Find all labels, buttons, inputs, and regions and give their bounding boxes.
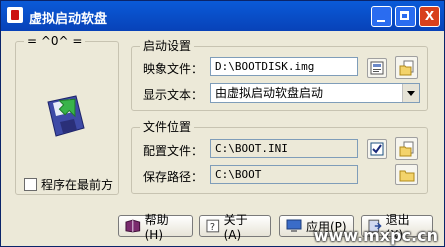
app-icon — [7, 7, 23, 23]
close-button[interactable]: X — [419, 6, 440, 27]
open-file-icon — [399, 141, 413, 156]
config-browse-button[interactable] — [395, 137, 418, 160]
save-path-input[interactable]: C:\BOOT — [210, 165, 358, 184]
open-file-icon — [399, 60, 413, 75]
config-enable-button[interactable] — [367, 139, 387, 159]
window-title: 虚拟启动软盘 — [29, 12, 108, 27]
image-file-label: 映象文件： — [143, 62, 204, 76]
checkmark-icon — [370, 142, 384, 156]
floppy-disk-icon — [47, 95, 85, 137]
display-text-label: 显示文本： — [143, 88, 204, 102]
title-bar[interactable]: 虚拟启动软盘 X — [1, 1, 444, 31]
help-book-icon — [125, 219, 141, 233]
left-group: = ^0^ = 程序在最前方 — [15, 34, 119, 195]
save-path-label: 保存路径： — [143, 170, 204, 184]
image-info-button[interactable] — [367, 58, 387, 78]
boot-settings-title: 启动设置 — [140, 39, 195, 53]
site-watermark: www.mxpc.cn — [313, 226, 438, 245]
help-button[interactable]: 帮助(H) — [118, 213, 193, 242]
save-path-browse-button[interactable] — [395, 164, 418, 185]
left-group-title: = ^0^ = — [24, 34, 86, 48]
always-on-top-option[interactable]: 程序在最前方 — [24, 176, 113, 193]
about-button[interactable]: ? 关于(A) — [199, 213, 271, 242]
image-file-input[interactable]: D:\BOOTDISK.img — [210, 57, 358, 76]
chevron-down-icon[interactable] — [402, 84, 419, 102]
apply-monitor-icon — [286, 219, 302, 232]
display-text-combo[interactable]: 由虚拟启动软盘启动 — [210, 83, 420, 103]
image-browse-button[interactable] — [395, 56, 418, 79]
info-icon — [370, 61, 384, 75]
file-location-title: 文件位置 — [140, 120, 195, 134]
folder-icon — [399, 170, 414, 181]
question-icon: ? — [206, 219, 220, 233]
always-on-top-checkbox[interactable] — [24, 178, 37, 191]
minimize-button[interactable] — [371, 6, 392, 27]
svg-text:?: ? — [210, 222, 215, 233]
always-on-top-label: 程序在最前方 — [41, 178, 114, 192]
maximize-button[interactable] — [395, 6, 416, 27]
config-file-label: 配置文件： — [143, 144, 204, 158]
display-text-value: 由虚拟启动软盘启动 — [215, 86, 324, 100]
config-file-input[interactable]: C:\BOOT.INI — [210, 139, 358, 158]
about-button-label: 关于(A) — [223, 212, 248, 242]
help-button-label: 帮助(H) — [144, 212, 169, 242]
app-window: 虚拟启动软盘 X = ^0^ = 程序在最前方 启动设置 映象文件： D:\BO… — [0, 0, 445, 247]
